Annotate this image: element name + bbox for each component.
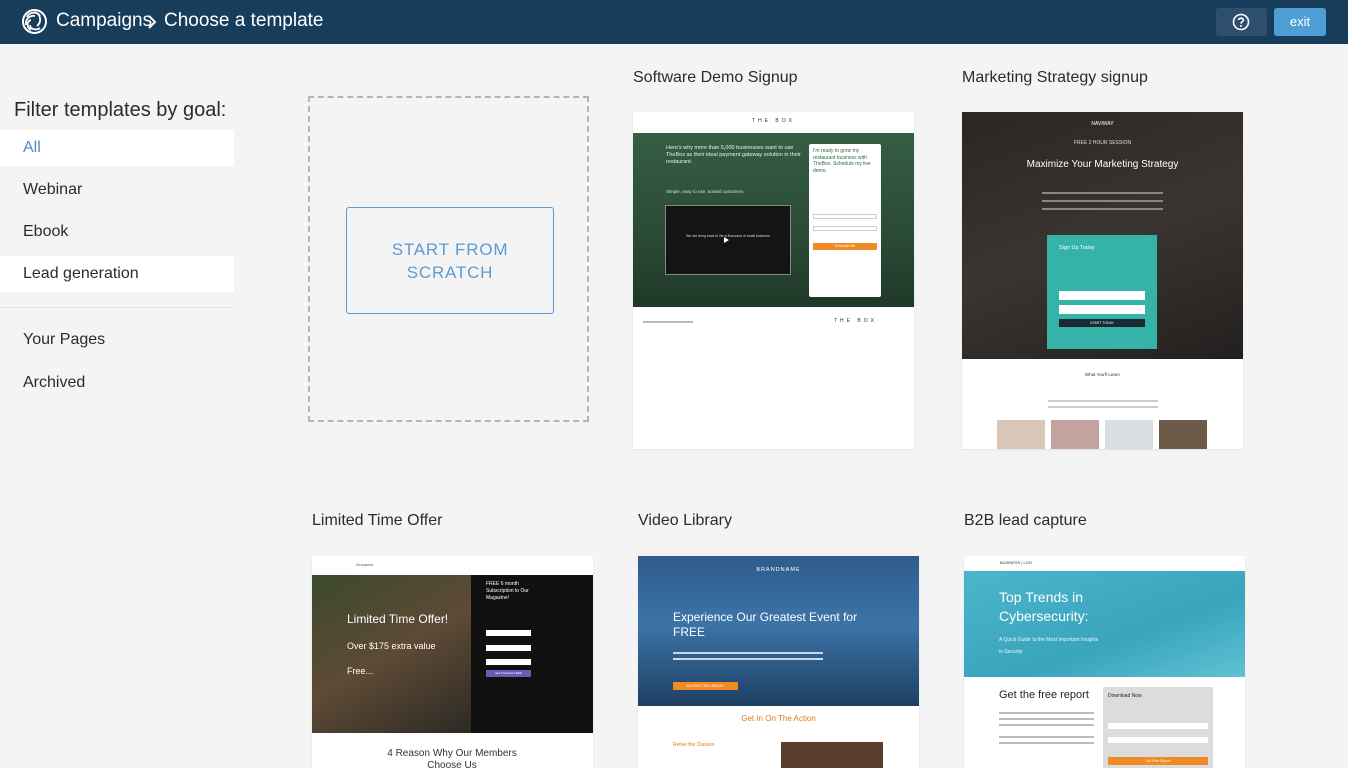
template-title: Limited Time Offer [312,512,443,529]
preview-brand: Groupmix [356,562,374,567]
preview-button: Get Free Report [1108,757,1208,765]
template-thumbnail-video-library[interactable]: BRANDNAME Experience Our Greatest Event … [638,556,919,768]
preview-button: Schedule Me [813,243,877,250]
preview-button: START TODAY [1059,319,1145,327]
preview-subline: Simple, easy to use, trusted customers [666,189,744,194]
preview-form-title: I'm ready to grow my restaurant business… [813,148,871,174]
preview-hero: NAVIWAY FREE 2 HOUR SESSION Maximize You… [962,112,1243,359]
preview-hero: BRANDNAME Experience Our Greatest Event … [638,556,919,706]
preview-line3: Free... [347,666,374,676]
start-from-scratch-card: START FROM SCRATCH [308,96,589,422]
preview-line2: Over $175 extra value [347,641,436,651]
preview-form: Download Now Get Free Report [1103,687,1213,768]
preview-hero: Here's why more than 5,000 businesses wa… [633,133,914,307]
template-title: Video Library [638,512,732,529]
preview-hero: Limited Time Offer! Over $175 extra valu… [312,575,471,733]
preview-headline: Maximize Your Marketing Strategy [1026,159,1179,170]
preview-video-caption: We are bring back to life a thousand of … [686,234,770,238]
preview-brand: THE BOX [752,118,795,124]
filter-lead-generation[interactable]: Lead generation [0,256,234,292]
filter-title: Filter templates by goal: [14,99,227,121]
preview-footer-brand: THE BOX [834,318,877,324]
preview-form: Sign Up Today START TODAY [1047,235,1157,349]
help-button[interactable] [1216,8,1267,36]
template-title: B2B lead capture [964,512,1087,529]
nav-your-pages[interactable]: Your Pages [0,322,234,358]
preview-side: FREE 6 month Subscription to Our Magazin… [486,581,529,601]
preview-footer: 4 Reason Why Our Members Choose Us [387,748,517,768]
template-title: Software Demo Signup [633,69,798,86]
preview-headline: Limited Time Offer! [347,612,449,626]
preview-brand: BUSINESS | LOG [1000,560,1032,565]
preview-sub: Relive the Classes [673,742,715,748]
start-from-scratch-button[interactable]: START FROM SCRATCH [346,207,554,314]
preview-section: Get In On The Action [741,714,816,723]
preview-form-title: Sign Up Today [1059,245,1095,251]
preview-form: FREE 6 month Subscription to Our Magazin… [471,575,593,733]
nav-archived[interactable]: Archived [0,365,234,401]
top-bar: Campaigns Choose a template exit [0,0,1348,44]
preview-headline: Top Trends in Cybersecurity: [999,589,1089,624]
filter-all[interactable]: All [0,130,234,166]
preview-section: Get the free report [999,689,1089,701]
template-thumbnail-marketing-strategy[interactable]: NAVIWAY FREE 2 HOUR SESSION Maximize You… [962,112,1243,449]
spiral-logo-icon[interactable] [21,8,48,35]
preview-form-title: Download Now [1108,693,1142,699]
preview-button: Get 6 Months FREE [486,670,531,677]
chevron-right-icon [148,15,157,29]
preview-kicker: FREE 2 HOUR SESSION [1073,140,1132,146]
preview-section: What You'll Learn [1085,372,1120,377]
template-thumbnail-limited-offer[interactable]: Groupmix Limited Time Offer! Over $175 e… [312,556,593,768]
preview-sub: A Quick Guide to the Most Important Insi… [999,637,1099,655]
scratch-label-line2: SCRATCH [406,263,494,282]
filter-ebook[interactable]: Ebook [0,214,234,250]
sidebar-divider [0,307,234,308]
preview-brand: BRANDNAME [756,567,801,573]
preview-headline: Here's why more than 5,000 businesses wa… [666,145,801,165]
template-title: Marketing Strategy signup [962,69,1148,86]
preview-form: I'm ready to grow my restaurant business… [809,144,881,297]
breadcrumb-current: Choose a template [164,10,324,31]
question-circle-icon [1232,13,1250,31]
exit-button[interactable]: exit [1274,8,1326,36]
scratch-label-line1: START FROM [391,240,509,259]
template-thumbnail-software-demo[interactable]: THE BOX Here's why more than 5,000 busin… [633,112,914,449]
preview-video: We are bring back to life a thousand of … [665,205,791,275]
play-icon [724,237,729,243]
preview-hero: Top Trends in Cybersecurity: A Quick Gui… [964,571,1245,677]
preview-button: ACCESS THE LIBRARY [673,682,738,690]
preview-headline: Experience Our Greatest Event for FREE [673,610,858,639]
filter-webinar[interactable]: Webinar [0,172,234,208]
preview-brand: NAVIWAY [1091,121,1114,127]
template-thumbnail-b2b-lead[interactable]: BUSINESS | LOG Top Trends in Cybersecuri… [964,556,1245,768]
breadcrumb-campaigns[interactable]: Campaigns [56,10,152,32]
